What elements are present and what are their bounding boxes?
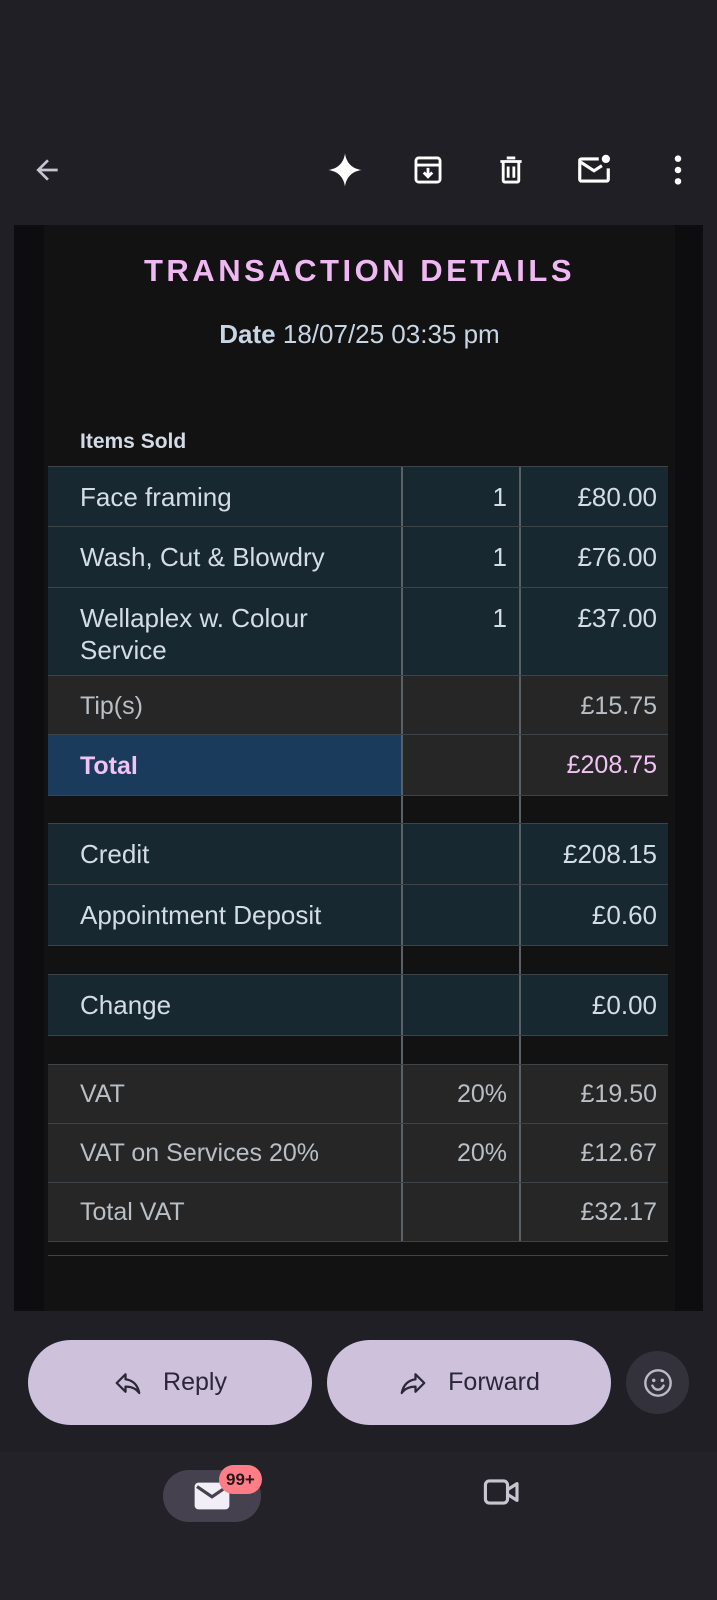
change-row: Change £0.00 (48, 975, 668, 1036)
vat-label: VAT on Services 20% (80, 1139, 320, 1167)
payment-value: £0.60 (591, 900, 657, 930)
forward-icon (400, 1372, 426, 1394)
tips-label: Tip(s) (80, 692, 143, 720)
smiley-icon (643, 1368, 672, 1397)
vat-label: VAT (80, 1080, 125, 1108)
reply-button[interactable]: Reply (28, 1340, 312, 1425)
spacer-row (48, 1036, 668, 1065)
vat-row: VAT on Services 20% 20% £12.67 (48, 1124, 668, 1183)
payment-label: Appointment Deposit (80, 900, 322, 930)
email-title: TRANSACTION DETAILS (143, 253, 576, 288)
unread-count-badge: 99+ (219, 1465, 262, 1494)
item-price: £76.00 (577, 542, 657, 572)
item-name: Wash, Cut & Blowdry (80, 542, 325, 572)
total-label: Total (80, 752, 138, 780)
more-vert-icon[interactable] (654, 146, 702, 194)
back-arrow-icon[interactable] (23, 146, 71, 194)
tips-row: Tip(s) £15.75 (48, 676, 668, 735)
item-qty: 1 (492, 482, 507, 512)
total-row: Total £208.75 (48, 735, 668, 796)
items-sold-heading: Items Sold (80, 430, 187, 453)
item-row: Wellaplex w. Colour Service 1 £37.00 (48, 588, 668, 676)
sparkle-icon[interactable] (321, 146, 369, 194)
reply-label: Reply (163, 1368, 227, 1396)
emoji-reaction-button[interactable] (626, 1351, 689, 1414)
top-app-bar (0, 138, 717, 202)
item-price: £37.00 (577, 603, 657, 633)
video-camera-icon (483, 1479, 519, 1505)
delete-icon[interactable] (487, 146, 535, 194)
date-label: Date (219, 319, 276, 349)
payment-value: £208.15 (563, 839, 657, 869)
vat-value: £32.17 (580, 1198, 657, 1226)
payment-row: Appointment Deposit £0.60 (48, 885, 668, 946)
total-value: £208.75 (566, 751, 657, 779)
item-qty: 1 (492, 603, 507, 633)
vat-rate: 20% (456, 1080, 507, 1108)
mark-unread-icon[interactable] (570, 146, 618, 194)
nav-meet[interactable] (483, 1477, 521, 1512)
vat-row: VAT 20% £19.50 (48, 1065, 668, 1124)
payment-row: Credit £208.15 (48, 824, 668, 885)
spacer-row (48, 796, 668, 824)
change-label: Change (80, 990, 172, 1020)
vat-value: £12.67 (580, 1139, 657, 1167)
reply-icon (115, 1372, 141, 1394)
date-value: 18/07/25 03:35 pm (282, 319, 500, 349)
vat-row: Total VAT £32.17 (48, 1183, 668, 1242)
item-qty: 1 (492, 542, 507, 572)
spacer-row (48, 946, 668, 975)
transaction-date: Date 18/07/25 03:35 pm (44, 319, 675, 350)
tips-value: £15.75 (580, 692, 657, 720)
vat-label: Total VAT (80, 1198, 185, 1226)
forward-label: Forward (448, 1368, 540, 1396)
forward-button[interactable]: Forward (327, 1340, 611, 1425)
change-value: £0.00 (591, 990, 657, 1020)
item-row: Face framing 1 £80.00 (48, 466, 668, 527)
vat-value: £19.50 (580, 1080, 657, 1108)
table-bottom-divider (48, 1255, 668, 1256)
archive-icon[interactable] (404, 146, 452, 194)
bottom-navigation: 99+ (0, 1452, 717, 1600)
item-row: Wash, Cut & Blowdry 1 £76.00 (48, 527, 668, 588)
item-price: £80.00 (577, 482, 657, 512)
payment-label: Credit (80, 839, 150, 869)
item-name: Face framing (80, 482, 232, 512)
transaction-table: Face framing 1 £80.00 Wash, Cut & Blowdr… (48, 466, 668, 1242)
vat-rate: 20% (456, 1139, 507, 1167)
item-name: Wellaplex w. Colour Service (80, 603, 308, 665)
